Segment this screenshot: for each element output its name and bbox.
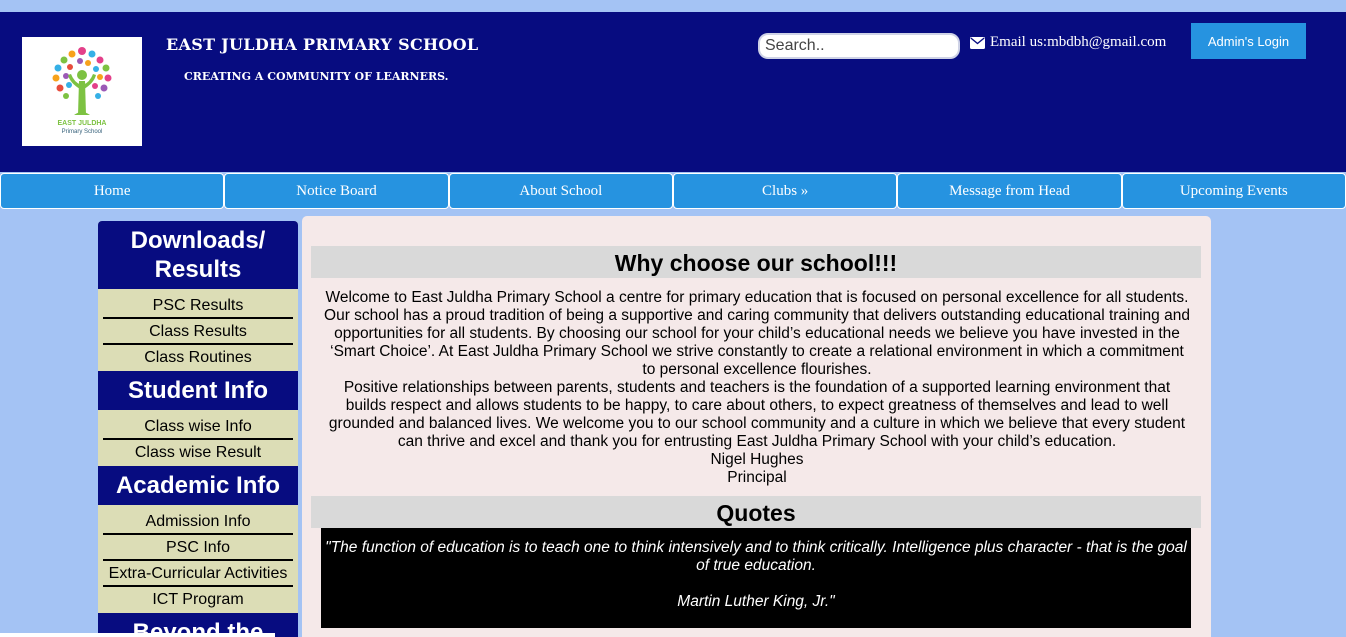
nav-item-home[interactable]: Home	[0, 173, 225, 209]
welcome-text: Welcome to East Juldha Primary School a …	[322, 289, 1192, 487]
logo-text-line1: EAST JULDHA	[57, 120, 106, 127]
sidebar-link-admission-info[interactable]: Admission Info	[103, 509, 293, 535]
sidebar-heading-downloads: Downloads/ Results	[98, 221, 298, 289]
why-choose-title: Why choose our school!!!	[311, 246, 1201, 278]
sidebar-link-class-routines[interactable]: Class Routines	[103, 345, 293, 369]
site-header: EAST JULDHA Primary School EAST JULDHA P…	[0, 12, 1346, 172]
quote-author: Martin Luther King, Jr."	[677, 593, 835, 610]
nav-item-clubs[interactable]: Clubs »	[672, 173, 898, 209]
sidebar-link-ict-program[interactable]: ICT Program	[103, 587, 293, 611]
tree-logo-icon: EAST JULDHA Primary School	[52, 47, 112, 135]
bottom-white-bar	[0, 633, 275, 637]
sidebar-link-psc-results[interactable]: PSC Results	[103, 293, 293, 319]
sidebar-link-class-results[interactable]: Class Results	[103, 319, 293, 345]
school-tagline: CREATING A COMMUNITY OF LEARNERS.	[184, 70, 449, 83]
nav-item-about-school[interactable]: About School	[448, 173, 673, 209]
sidebar-link-class-wise-info[interactable]: Class wise Info	[103, 414, 293, 440]
main-content: Why choose our school!!! Welcome to East…	[302, 216, 1211, 637]
sidebar-heading-academic-info: Academic Info	[98, 466, 298, 505]
sidebar-group-academic-info: Admission Info PSC Info Extra-Curricular…	[98, 505, 298, 611]
sidebar: Downloads/ Results PSC Results Class Res…	[98, 221, 298, 637]
school-name[interactable]: EAST JULDHA PRIMARY SCHOOL	[166, 35, 478, 54]
logo-text-line2: Primary School	[62, 129, 103, 135]
main-nav: Home Notice Board About School Clubs » M…	[0, 173, 1346, 210]
welcome-paragraph-1: Welcome to East Juldha Primary School a …	[324, 289, 1190, 378]
signatory-title: Principal	[727, 469, 787, 486]
nav-item-notice-board[interactable]: Notice Board	[224, 173, 449, 209]
school-logo[interactable]: EAST JULDHA Primary School	[22, 37, 142, 146]
sidebar-group-student-info: Class wise Info Class wise Result	[98, 410, 298, 464]
quote-text: "The function of education is to teach o…	[325, 539, 1187, 574]
nav-item-upcoming-events[interactable]: Upcoming Events	[1121, 173, 1346, 209]
welcome-paragraph-2: Positive relationships between parents, …	[328, 379, 1186, 450]
quote-box: "The function of education is to teach o…	[321, 528, 1191, 628]
sidebar-link-class-wise-result[interactable]: Class wise Result	[103, 440, 293, 464]
sidebar-link-psc-info[interactable]: PSC Info	[103, 535, 293, 561]
admin-login-button[interactable]: Admin's Login	[1191, 23, 1306, 59]
sidebar-link-extra-curricular[interactable]: Extra-Curricular Activities	[103, 561, 293, 587]
signatory-name: Nigel Hughes	[710, 451, 804, 468]
sidebar-heading-student-info: Student Info	[98, 371, 298, 410]
email-contact[interactable]: Email us:mbdbh@gmail.com	[970, 34, 1166, 51]
sidebar-group-downloads: PSC Results Class Results Class Routines	[98, 289, 298, 369]
email-label: Email us:mbdbh@gmail.com	[990, 34, 1167, 50]
nav-item-message-from-head[interactable]: Message from Head	[897, 173, 1122, 209]
envelope-icon	[970, 36, 985, 49]
quotes-title: Quotes	[311, 496, 1201, 528]
search-input[interactable]	[758, 33, 960, 59]
